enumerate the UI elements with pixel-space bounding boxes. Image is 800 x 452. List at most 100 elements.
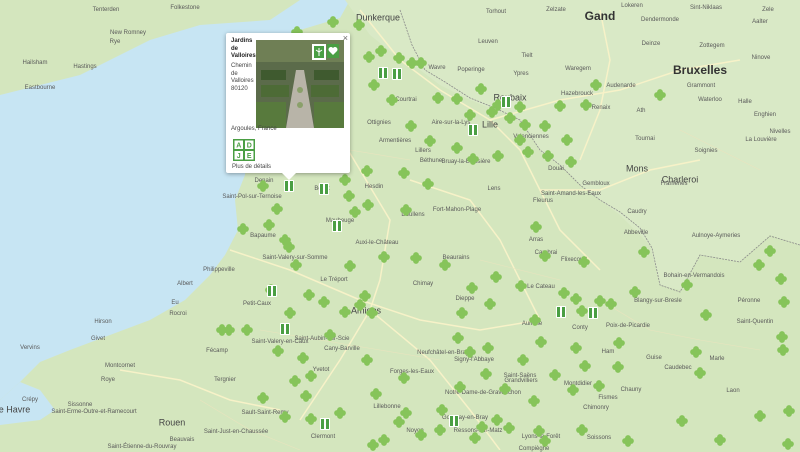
garden-marker[interactable] <box>451 93 464 106</box>
garden-marker[interactable] <box>499 383 512 396</box>
featured-garden-marker[interactable] <box>332 220 342 232</box>
garden-marker[interactable] <box>410 252 423 265</box>
garden-marker[interactable] <box>777 344 790 357</box>
featured-garden-marker[interactable] <box>280 323 290 335</box>
garden-marker[interactable] <box>424 135 437 148</box>
garden-marker[interactable] <box>613 337 626 350</box>
featured-garden-marker[interactable] <box>319 183 329 195</box>
garden-marker[interactable] <box>434 424 447 437</box>
garden-marker[interactable] <box>778 296 791 309</box>
garden-marker[interactable] <box>539 435 552 448</box>
garden-marker[interactable] <box>359 290 372 303</box>
garden-marker[interactable] <box>452 332 465 345</box>
garden-marker[interactable] <box>263 219 276 232</box>
garden-marker[interactable] <box>279 411 292 424</box>
featured-garden-marker[interactable] <box>378 67 388 79</box>
garden-marker[interactable] <box>400 407 413 420</box>
garden-marker[interactable] <box>436 404 449 417</box>
garden-marker[interactable] <box>451 142 464 155</box>
garden-marker[interactable] <box>654 89 667 102</box>
garden-marker[interactable] <box>539 250 552 263</box>
garden-marker[interactable] <box>622 435 635 448</box>
garden-marker[interactable] <box>398 167 411 180</box>
garden-marker[interactable] <box>492 150 505 163</box>
garden-marker[interactable] <box>327 16 340 29</box>
garden-marker[interactable] <box>519 119 532 132</box>
garden-marker[interactable] <box>303 289 316 302</box>
garden-marker[interactable] <box>334 407 347 420</box>
garden-marker[interactable] <box>318 296 331 309</box>
garden-marker[interactable] <box>517 354 530 367</box>
garden-marker[interactable] <box>530 221 543 234</box>
garden-marker[interactable] <box>565 156 578 169</box>
garden-marker[interactable] <box>579 360 592 373</box>
garden-marker[interactable] <box>676 415 689 428</box>
garden-marker[interactable] <box>339 306 352 319</box>
garden-marker[interactable] <box>714 434 727 447</box>
garden-marker[interactable] <box>398 372 411 385</box>
garden-marker[interactable] <box>612 361 625 374</box>
garden-marker[interactable] <box>638 246 651 259</box>
featured-garden-marker[interactable] <box>320 418 330 430</box>
garden-marker[interactable] <box>343 190 356 203</box>
garden-marker[interactable] <box>415 57 428 70</box>
garden-marker[interactable] <box>764 245 777 258</box>
garden-marker[interactable] <box>405 120 418 133</box>
garden-marker[interactable] <box>754 410 767 423</box>
garden-marker[interactable] <box>486 106 499 119</box>
garden-marker[interactable] <box>590 79 603 92</box>
garden-marker[interactable] <box>283 241 296 254</box>
garden-marker[interactable] <box>289 375 302 388</box>
garden-marker[interactable] <box>535 336 548 349</box>
garden-marker[interactable] <box>491 414 504 427</box>
garden-marker[interactable] <box>361 354 374 367</box>
garden-marker[interactable] <box>271 203 284 216</box>
garden-marker[interactable] <box>782 438 795 451</box>
garden-marker[interactable] <box>576 424 589 437</box>
garden-marker[interactable] <box>237 223 250 236</box>
garden-marker[interactable] <box>539 120 552 133</box>
garden-marker[interactable] <box>580 99 593 112</box>
garden-marker[interactable] <box>694 367 707 380</box>
garden-marker[interactable] <box>681 279 694 292</box>
garden-marker[interactable] <box>216 324 229 337</box>
featured-garden-marker[interactable] <box>556 306 566 318</box>
garden-marker[interactable] <box>690 346 703 359</box>
garden-marker[interactable] <box>503 422 516 435</box>
garden-marker[interactable] <box>515 280 528 293</box>
garden-marker[interactable] <box>415 429 428 442</box>
garden-marker[interactable] <box>567 384 580 397</box>
garden-marker[interactable] <box>542 150 555 163</box>
garden-marker[interactable] <box>514 101 527 114</box>
garden-marker[interactable] <box>305 413 318 426</box>
garden-marker[interactable] <box>353 19 366 32</box>
featured-garden-marker[interactable] <box>588 307 598 319</box>
garden-marker[interactable] <box>344 260 357 273</box>
garden-marker[interactable] <box>272 345 285 358</box>
garden-marker[interactable] <box>475 83 488 96</box>
garden-marker[interactable] <box>605 298 618 311</box>
more-details-link[interactable]: Plus de détails <box>232 164 271 170</box>
garden-marker[interactable] <box>257 392 270 405</box>
garden-marker[interactable] <box>593 380 606 393</box>
garden-marker[interactable] <box>241 324 254 337</box>
garden-marker[interactable] <box>578 256 591 269</box>
garden-marker[interactable] <box>432 92 445 105</box>
featured-garden-marker[interactable] <box>449 415 459 427</box>
featured-garden-marker[interactable] <box>501 96 511 108</box>
garden-marker[interactable] <box>467 153 480 166</box>
garden-marker[interactable] <box>561 134 574 147</box>
garden-marker[interactable] <box>375 45 388 58</box>
featured-garden-marker[interactable] <box>468 124 478 136</box>
garden-marker[interactable] <box>378 251 391 264</box>
garden-marker[interactable] <box>366 307 379 320</box>
garden-marker[interactable] <box>339 174 352 187</box>
featured-garden-marker[interactable] <box>267 285 277 297</box>
garden-marker[interactable] <box>775 273 788 286</box>
garden-marker[interactable] <box>305 370 318 383</box>
garden-marker[interactable] <box>528 395 541 408</box>
garden-marker[interactable] <box>484 298 497 311</box>
garden-marker[interactable] <box>570 342 583 355</box>
garden-marker[interactable] <box>753 259 766 272</box>
garden-marker[interactable] <box>370 388 383 401</box>
